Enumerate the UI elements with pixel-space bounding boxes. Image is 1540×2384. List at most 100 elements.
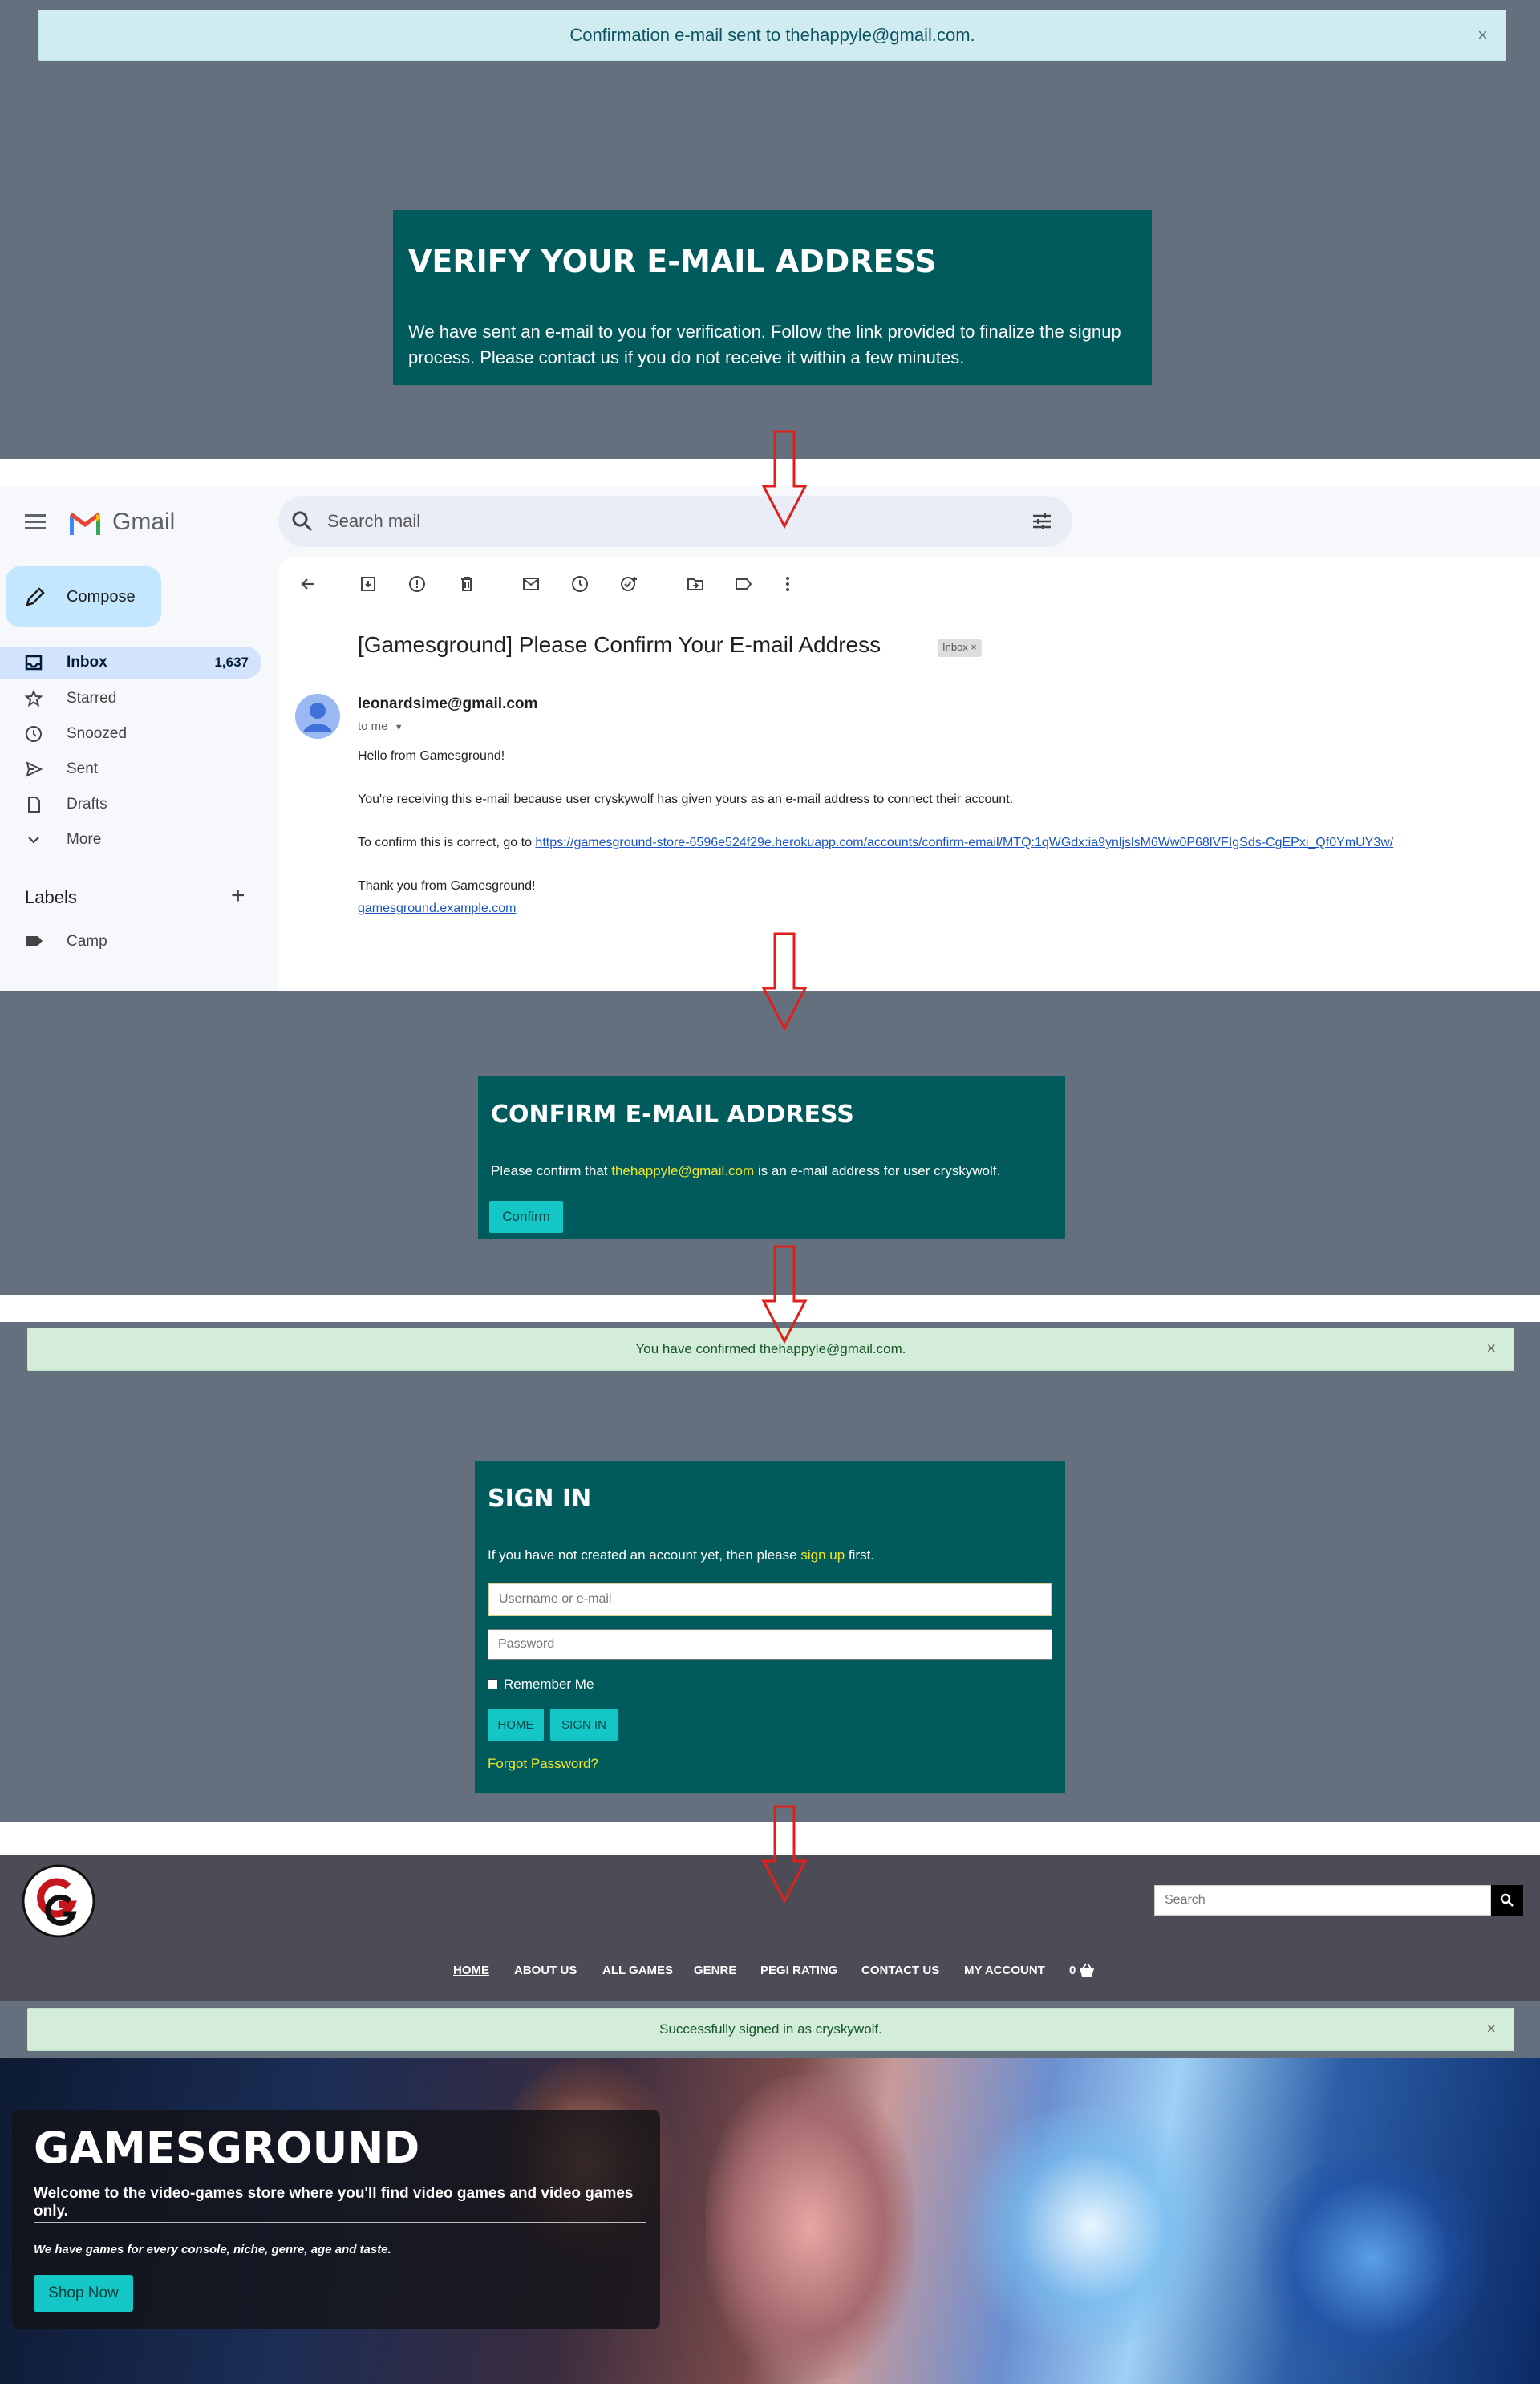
- forgot-password-link[interactable]: Forgot Password?: [488, 1756, 598, 1772]
- report-spam-icon[interactable]: [407, 574, 427, 594]
- password-input[interactable]: [488, 1629, 1052, 1660]
- sidebar-item-sent[interactable]: Sent: [0, 753, 261, 785]
- confirm-email-link[interactable]: https://gamesground-store-6596e524f29e.h…: [535, 836, 1393, 849]
- mail-body-line1: You're receiving this e-mail because use…: [358, 793, 1014, 806]
- mail-confirm-prefix: To confirm this is correct, go to: [358, 836, 532, 849]
- hero-note: We have games for every console, niche, …: [34, 2243, 391, 2256]
- signed-in-alert: Successfully signed in as cryskywolf. ×: [27, 2008, 1514, 2051]
- confirm-button[interactable]: Confirm: [489, 1201, 563, 1233]
- gmail-search-placeholder: Search mail: [327, 511, 421, 531]
- trash-icon[interactable]: [457, 574, 476, 594]
- filter-options-icon[interactable]: [1031, 511, 1052, 532]
- mark-unread-icon[interactable]: [521, 574, 541, 594]
- signin-card: SIGN IN If you have not created an accou…: [475, 1461, 1065, 1793]
- confirm-email-link[interactable]: thehappyle@gmail.com: [611, 1163, 754, 1178]
- info-alert: Confirmation e-mail sent to thehappyle@g…: [38, 10, 1506, 61]
- search-icon[interactable]: [291, 510, 314, 533]
- remember-label: Remember Me: [504, 1677, 594, 1692]
- close-icon[interactable]: ×: [1477, 25, 1488, 46]
- more-vertical-icon[interactable]: [778, 574, 797, 594]
- add-label-icon[interactable]: +: [231, 882, 245, 910]
- confirm-suffix: is an e-mail address for user cryskywolf…: [757, 1163, 1001, 1178]
- hero-subtitle: Welcome to the video-games store where y…: [34, 2185, 634, 2220]
- sidebar-item-drafts[interactable]: Drafts: [0, 789, 261, 821]
- cart-count: 0: [1069, 1964, 1076, 1977]
- signin-suffix: first.: [848, 1547, 875, 1563]
- label-tag-icon: [26, 936, 43, 946]
- home-button[interactable]: HOME: [488, 1709, 544, 1741]
- back-arrow-icon[interactable]: [298, 574, 318, 594]
- site-link[interactable]: gamesground.example.com: [358, 902, 516, 916]
- sidebar-item-label: Starred: [67, 690, 117, 707]
- inbox-tag[interactable]: Inbox ×: [938, 639, 983, 657]
- site-search-button[interactable]: [1491, 1885, 1523, 1916]
- gamesground-logo-icon[interactable]: [22, 1864, 95, 1938]
- username-input[interactable]: [488, 1583, 1052, 1616]
- nav-contact-us[interactable]: CONTACT US: [861, 1964, 939, 1977]
- basket-icon[interactable]: [1079, 1963, 1095, 1977]
- mail-thanks: Thank you from Gamesground!: [358, 879, 536, 893]
- nav-about-us[interactable]: ABOUT US: [514, 1964, 577, 1977]
- archive-icon[interactable]: [359, 574, 378, 594]
- dropdown-arrow-icon[interactable]: ▼: [395, 723, 403, 732]
- sidebar-item-label: Inbox: [67, 654, 107, 671]
- inbox-icon: [25, 655, 43, 671]
- close-icon[interactable]: ×: [1486, 2021, 1496, 2039]
- nav-pegi-rating[interactable]: PEGI RATING: [760, 1964, 837, 1977]
- signin-text: If you have not created an account yet, …: [488, 1547, 874, 1563]
- pencil-icon: [26, 587, 45, 606]
- draft-icon: [28, 797, 40, 813]
- confirm-card: CONFIRM E-MAIL ADDRESS Please confirm th…: [478, 1076, 1065, 1239]
- gmail-logo-icon: [70, 513, 100, 535]
- label-icon[interactable]: [734, 574, 753, 594]
- sidebar-item-label: Drafts: [67, 796, 107, 813]
- sidebar-item-starred[interactable]: Starred: [0, 683, 261, 715]
- hero-overlay-card: GAMESGROUND Welcome to the video-games s…: [12, 2110, 660, 2329]
- remember-checkbox[interactable]: [488, 1679, 498, 1689]
- send-icon: [26, 761, 43, 777]
- step-arrow-1-icon: [761, 430, 808, 529]
- labels-heading: Labels: [25, 887, 77, 907]
- label-item-camp[interactable]: Camp: [67, 933, 107, 951]
- snooze-clock-icon[interactable]: [570, 574, 590, 594]
- alert-text: Confirmation e-mail sent to thehappyle@g…: [569, 25, 975, 45]
- menu-icon[interactable]: [25, 513, 46, 529]
- signup-link[interactable]: sign up: [800, 1547, 845, 1563]
- confirm-title: CONFIRM E-MAIL ADDRESS: [491, 1101, 854, 1129]
- nav-genre[interactable]: GENRE: [694, 1964, 736, 1977]
- mail-body-line2: To confirm this is correct, go to https:…: [358, 836, 1537, 850]
- sender-email: leonardsime@gmail.com: [358, 695, 538, 712]
- shop-now-button[interactable]: Shop Now: [34, 2275, 133, 2312]
- nav-all-games[interactable]: ALL GAMES: [602, 1964, 673, 1977]
- verify-card: VERIFY YOUR E-MAIL ADDRESS We have sent …: [393, 210, 1152, 385]
- close-icon[interactable]: ×: [1486, 1340, 1496, 1359]
- confirm-text: Please confirm that thehappyle@gmail.com…: [491, 1163, 1000, 1179]
- clock-icon: [26, 726, 42, 742]
- compose-label: Compose: [67, 587, 136, 606]
- signin-button[interactable]: SIGN IN: [550, 1709, 618, 1741]
- add-task-icon[interactable]: [619, 574, 638, 594]
- nav-home[interactable]: HOME: [453, 1964, 489, 1977]
- hero-divider: [34, 2222, 646, 2223]
- gmail-logo-text: Gmail: [112, 509, 176, 535]
- sidebar-item-label: Snoozed: [67, 725, 128, 742]
- site-search-input[interactable]: [1154, 1885, 1491, 1916]
- sidebar-item-more[interactable]: More: [0, 824, 261, 856]
- nav-my-account[interactable]: MY ACCOUNT: [964, 1964, 1045, 1977]
- step-arrow-2-icon: [761, 932, 808, 1032]
- recipient-line[interactable]: to me ▼: [358, 720, 403, 733]
- compose-button[interactable]: Compose: [6, 566, 161, 627]
- verify-title: VERIFY YOUR E-MAIL ADDRESS: [408, 244, 937, 279]
- verify-body: We have sent an e-mail to you for verifi…: [408, 322, 1121, 367]
- signin-title: SIGN IN: [488, 1485, 592, 1513]
- move-to-folder-icon[interactable]: [686, 574, 705, 594]
- mail-greeting: Hello from Gamesground!: [358, 749, 505, 763]
- sidebar-item-label: Sent: [67, 760, 99, 777]
- sidebar-item-snoozed[interactable]: Snoozed: [0, 718, 261, 750]
- signin-prefix: If you have not created an account yet, …: [488, 1547, 797, 1563]
- sidebar-item-inbox[interactable]: Inbox 1,637: [0, 647, 261, 679]
- mail-subject: [Gamesground] Please Confirm Your E-mail…: [358, 632, 881, 657]
- step-arrow-3-icon: [761, 1245, 808, 1344]
- sidebar-item-label: More: [67, 831, 102, 848]
- chevron-down-icon: [28, 837, 39, 844]
